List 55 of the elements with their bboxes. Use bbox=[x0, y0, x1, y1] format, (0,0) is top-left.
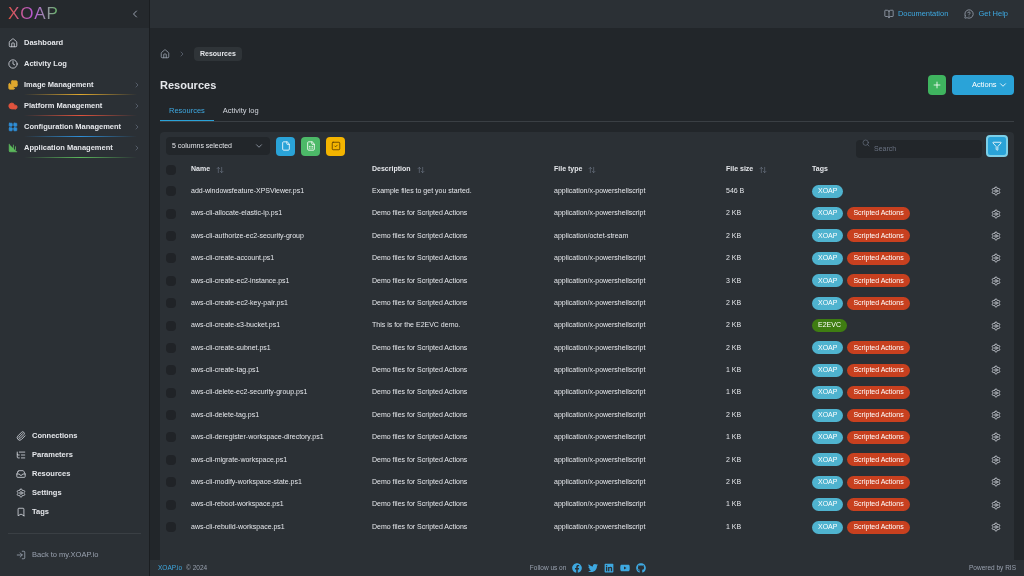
settings-icon[interactable] bbox=[991, 477, 1001, 488]
help-icon bbox=[964, 9, 975, 19]
filter-icon bbox=[992, 141, 1002, 151]
github-icon[interactable] bbox=[636, 563, 647, 573]
chevron-icon bbox=[133, 122, 141, 131]
sort-icon bbox=[588, 165, 597, 174]
sort-icon bbox=[416, 165, 425, 174]
sort-icon bbox=[759, 165, 768, 174]
login-icon bbox=[16, 550, 26, 560]
sort-icon bbox=[216, 165, 225, 174]
caret-icon bbox=[998, 80, 1008, 90]
spreadsheet-icon bbox=[305, 141, 316, 151]
search-icon bbox=[862, 139, 870, 147]
settings-icon[interactable] bbox=[991, 186, 1001, 197]
linkedin-icon[interactable] bbox=[604, 563, 615, 573]
settings-icon[interactable] bbox=[991, 410, 1001, 421]
settings-icon[interactable] bbox=[991, 253, 1001, 264]
excel-button[interactable] bbox=[301, 136, 320, 156]
clock-icon bbox=[8, 58, 18, 69]
filter-button[interactable] bbox=[986, 135, 1008, 157]
chevron-icon bbox=[178, 50, 186, 58]
youtube-icon[interactable] bbox=[620, 563, 631, 573]
house-icon bbox=[8, 37, 18, 48]
bookmark-icon bbox=[16, 506, 26, 517]
paperclip-icon bbox=[16, 430, 26, 441]
file-icon bbox=[280, 141, 291, 151]
chevron-icon bbox=[133, 80, 141, 89]
settings-icon[interactable] bbox=[991, 454, 1001, 465]
list-icon bbox=[16, 449, 26, 460]
chevron-icon bbox=[133, 143, 141, 152]
settings-icon[interactable] bbox=[991, 432, 1001, 443]
settings-icon[interactable] bbox=[991, 342, 1001, 353]
settings-icon bbox=[16, 487, 26, 498]
settings-icon[interactable] bbox=[991, 275, 1001, 286]
settings-icon[interactable] bbox=[991, 522, 1001, 533]
inbox-icon bbox=[16, 468, 26, 479]
twitter-icon[interactable] bbox=[588, 563, 599, 573]
settings-icon[interactable] bbox=[991, 365, 1001, 376]
settings-icon[interactable] bbox=[991, 320, 1001, 331]
caret-icon bbox=[254, 141, 264, 151]
book-icon bbox=[883, 9, 894, 19]
checkbox-icon bbox=[330, 141, 341, 151]
plus-icon bbox=[932, 80, 942, 90]
select-button[interactable] bbox=[326, 136, 345, 156]
export-button[interactable] bbox=[276, 136, 295, 156]
page-title: Resources bbox=[160, 77, 217, 93]
add-button[interactable] bbox=[928, 75, 946, 95]
home-icon[interactable] bbox=[160, 49, 170, 59]
settings-icon[interactable] bbox=[991, 387, 1001, 398]
settings-icon[interactable] bbox=[991, 230, 1001, 241]
settings-icon[interactable] bbox=[991, 499, 1001, 510]
settings-icon[interactable] bbox=[991, 208, 1001, 219]
chevron-icon bbox=[133, 101, 141, 110]
settings-icon[interactable] bbox=[991, 298, 1001, 309]
facebook-icon[interactable] bbox=[572, 563, 583, 573]
